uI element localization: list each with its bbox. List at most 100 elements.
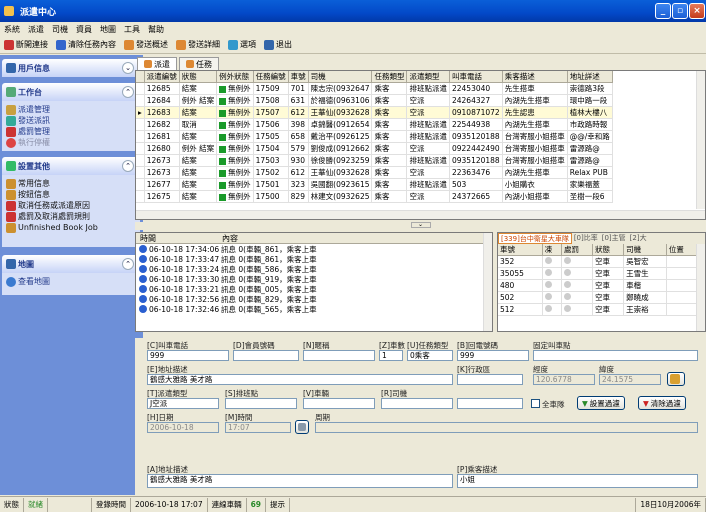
other-item-common[interactable]: 常用信息: [6, 178, 136, 189]
table-row[interactable]: 502 空車 鄭曉成: [498, 291, 699, 304]
menu-map[interactable]: 地圖: [100, 24, 116, 35]
list-item[interactable]: 06-10-18 17:32:56 訊息 0(車輛_829，乘客上車: [136, 294, 492, 304]
phone-input[interactable]: 999: [147, 350, 229, 361]
car-col-header[interactable]: 司機: [623, 244, 667, 256]
list-item[interactable]: 06-10-18 17:33:30 訊息 0(車輛_919，乘客上車: [136, 274, 492, 284]
maximize-button[interactable]: ▫: [672, 3, 688, 19]
list-item[interactable]: 06-10-18 17:33:47 訊息 0(車輛_861，乘客上車: [136, 254, 492, 264]
member-select[interactable]: [233, 350, 299, 361]
table-row[interactable]: 480 空車 車楷: [498, 279, 699, 292]
grid-col-header[interactable]: 乘客描述: [502, 71, 568, 83]
table-row[interactable]: 12677 結案 無例外 17501 323 吳國翻(0923615 乘客 排班點派遣 503 小…: [136, 178, 613, 191]
clear-task-button[interactable]: 清除任務內容: [56, 39, 116, 50]
send-detail-button[interactable]: 發送詳細: [176, 39, 220, 50]
grid-horizontal-scrollbar[interactable]: [136, 210, 705, 219]
grid-col-header[interactable]: 任務編號: [253, 71, 289, 83]
vehicle-select[interactable]: [303, 398, 375, 409]
work-item-dispatch[interactable]: 派遣管理: [6, 104, 136, 115]
log-col-time[interactable]: 時間: [136, 233, 222, 244]
grid-vertical-scrollbar[interactable]: [696, 71, 705, 209]
work-item-suspend[interactable]: 執行停權: [6, 137, 136, 148]
grid-col-header[interactable]: 例外狀態: [216, 71, 254, 83]
table-row[interactable]: 12673 結案 無例外 17502 612 王華仙(0932628 乘客 空派 2236347…: [136, 166, 613, 179]
calendar-button[interactable]: [295, 420, 309, 434]
other-item-button[interactable]: 按鈕信息: [6, 189, 136, 200]
options-button[interactable]: 選項: [228, 39, 256, 50]
car-tab-ratio[interactable]: [0]比率: [572, 233, 600, 244]
car-tab-big[interactable]: [2]大: [628, 233, 649, 244]
close-button[interactable]: ×: [689, 3, 705, 19]
disconnect-button[interactable]: 斷開連接: [4, 39, 48, 50]
list-item[interactable]: 06-10-18 17:32:46 訊息 0(車輛_565，乘客上車: [136, 304, 492, 314]
cars-stepper[interactable]: 1: [379, 350, 403, 361]
other-item-penalty-rule[interactable]: 處罰及取消處罰規則: [6, 211, 136, 222]
table-row[interactable]: 12685 結案 無例外 17509 701 陳志宗(0932647 乘客 排班點派遣 2245…: [136, 82, 613, 95]
driver-extra-input[interactable]: [457, 398, 523, 409]
period-input[interactable]: [315, 422, 698, 433]
settings-header[interactable]: 設置其他 ⌃: [2, 157, 140, 175]
grid-col-header[interactable]: 司機: [308, 71, 373, 83]
car-tab-manager[interactable]: [0]主管: [600, 233, 628, 244]
tab-dispatch[interactable]: 派遣: [137, 57, 177, 70]
car-col-header[interactable]: 狀態: [592, 244, 625, 256]
splitter[interactable]: ⌄: [135, 222, 706, 230]
map-item-view[interactable]: 查看地圖: [6, 276, 136, 287]
exit-button[interactable]: 退出: [264, 39, 292, 50]
car-col-header[interactable]: 處罰: [561, 244, 594, 256]
minimize-button[interactable]: _: [655, 3, 671, 19]
menu-member[interactable]: 資員: [76, 24, 92, 35]
queue-select[interactable]: [225, 398, 297, 409]
other-item-unfinished[interactable]: Unfinished Book Job: [6, 222, 136, 233]
log-col-content[interactable]: 內容: [222, 233, 238, 244]
list-item[interactable]: 06-10-18 17:33:21 訊息 0(車輛_005，乘客上車: [136, 284, 492, 294]
table-row[interactable]: ▸ 12683 結案 無例外 17507 612 王華仙(0932628 乘客 空派 091087…: [136, 106, 613, 119]
log-scrollbar[interactable]: [483, 233, 492, 331]
table-row[interactable]: 512 空車 王崇裕: [498, 303, 699, 316]
passenger-desc-input[interactable]: 小姐: [457, 474, 698, 488]
address-desc-input[interactable]: 鶴感大雅路 美才路: [147, 474, 453, 488]
work-item-penalty[interactable]: 處罰管理: [6, 126, 136, 137]
other-item-cancel-reason[interactable]: 取消任務或派遣原因: [6, 200, 136, 211]
map-header[interactable]: 地圖 ⌃: [2, 255, 140, 273]
grid-col-header[interactable]: 車號: [288, 71, 309, 83]
all-fleet-checkbox[interactable]: [531, 399, 540, 408]
chevron-up-icon[interactable]: ⌃: [122, 160, 134, 172]
tab-task[interactable]: 任務: [179, 57, 219, 70]
table-row[interactable]: 12684 例外 結案 無例外 17508 631 於福德(0963106 乘客 空派 2426…: [136, 94, 613, 107]
table-row[interactable]: 12680 例外 結案 無例外 17504 579 劉俊成(0912662 乘客 空派 0922…: [136, 142, 613, 155]
clear-filter-button[interactable]: ▼ 清除過濾: [638, 396, 686, 410]
grid-col-header[interactable]: 叫車電話: [449, 71, 503, 83]
table-row[interactable]: 12681 結案 無例外 17505 658 戴治平(0926125 乘客 排班點派遣 0935…: [136, 130, 613, 143]
set-filter-button[interactable]: ▼ 設置過濾: [577, 396, 625, 410]
chevron-up-icon[interactable]: ⌃: [122, 86, 134, 98]
send-summary-button[interactable]: 發送概述: [124, 39, 168, 50]
grid-col-header[interactable]: 任務類型: [371, 71, 408, 83]
table-row[interactable]: 352 空車 吳智宏: [498, 255, 699, 268]
user-info-header[interactable]: 用戶信息 ⌄: [2, 59, 140, 77]
district-select[interactable]: [457, 374, 523, 385]
car-col-header[interactable]: 車號: [498, 244, 543, 256]
grid-col-header[interactable]: 狀態: [179, 71, 218, 83]
chevron-up-icon[interactable]: ⌃: [122, 258, 134, 270]
table-row[interactable]: 35055 空車 王雪生: [498, 267, 699, 280]
table-row[interactable]: 12673 結案 無例外 17503 930 徐俊勝(0923259 乘客 排班點派遣 0935…: [136, 154, 613, 167]
tasktype-select[interactable]: 0乘客: [407, 350, 453, 361]
alias-input[interactable]: [303, 350, 375, 361]
table-row[interactable]: 12682 取消 無例外 17506 398 卓錦醫(0912654 乘客 排班點派遣 2254…: [136, 118, 613, 131]
car-col-header[interactable]: 位置: [666, 244, 699, 256]
locate-button[interactable]: [667, 372, 685, 386]
callback-input[interactable]: 999: [457, 350, 529, 361]
grid-col-header[interactable]: 地址詳述: [567, 71, 613, 83]
menu-tools[interactable]: 工具: [124, 24, 140, 35]
driver-select[interactable]: [381, 398, 453, 409]
menu-help[interactable]: 幫助: [148, 24, 164, 35]
menu-system[interactable]: 系統: [4, 24, 20, 35]
list-item[interactable]: 06-10-18 17:33:24 訊息 0(車輛_586，乘客上車: [136, 264, 492, 274]
menu-driver[interactable]: 司機: [52, 24, 68, 35]
latitude-input[interactable]: 24.1575: [599, 374, 661, 385]
workbench-header[interactable]: 工作台 ⌃: [2, 83, 140, 101]
longitude-input[interactable]: 120.6778: [533, 374, 595, 385]
menu-dispatch[interactable]: 派遣: [28, 24, 44, 35]
grid-col-header[interactable]: 派遣編號: [144, 71, 180, 83]
time-picker[interactable]: 17:07: [225, 422, 291, 433]
